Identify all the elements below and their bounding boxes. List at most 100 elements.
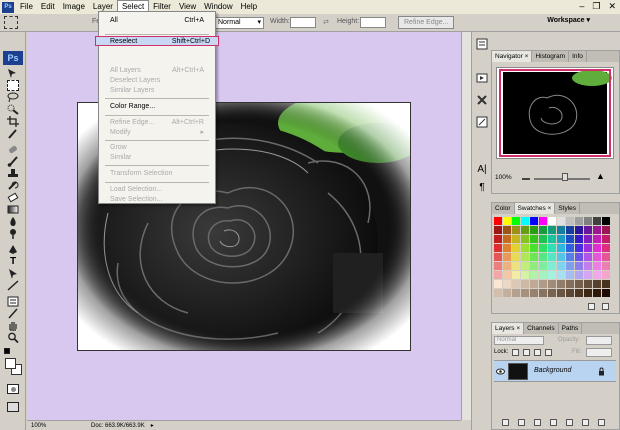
swatch-cell[interactable] [593,289,601,297]
tab-layers[interactable]: Layers × [492,323,525,334]
swatch-cell[interactable] [503,280,511,288]
menu-item-refine-edge[interactable]: Refine Edge... Alt+Ctrl+R [100,118,214,128]
swatch-cell[interactable] [503,235,511,243]
tab-navigator[interactable]: Navigator × [492,51,533,62]
zoom-level[interactable]: 100% [27,423,61,429]
layer-row-background[interactable]: Background [494,360,616,382]
swatch-cell[interactable] [512,262,520,270]
menu-item-similar-layers[interactable]: Similar Layers [100,86,214,96]
swatch-cell[interactable] [521,271,529,279]
workspace-button[interactable]: Workspace ▾ [547,16,590,24]
swatch-cell[interactable] [512,235,520,243]
swatch-cell[interactable] [584,226,592,234]
delete-swatch-icon[interactable] [602,303,609,310]
swatch-cell[interactable] [503,244,511,252]
eyedropper-icon[interactable] [7,128,19,139]
swatch-cell[interactable] [530,280,538,288]
history-panel-icon[interactable] [476,38,488,50]
swatch-cell[interactable] [539,217,547,225]
swatch-cell[interactable] [503,253,511,261]
swatch-cell[interactable] [494,289,502,297]
clone-stamp-icon[interactable] [7,168,19,179]
swatch-cell[interactable] [539,289,547,297]
swatch-cell[interactable] [602,271,610,279]
marquee-tool-icon[interactable] [7,80,19,91]
menu-help[interactable]: Help [237,0,261,14]
menu-item-modify[interactable]: Modify ▸ [100,128,214,138]
zoom-tool-icon[interactable] [7,332,19,343]
tab-paths[interactable]: Paths [559,323,583,334]
swatch-cell[interactable] [566,235,574,243]
move-tool-icon[interactable] [7,68,19,79]
swatch-cell[interactable] [530,235,538,243]
lasso-tool-icon[interactable] [7,92,19,103]
swatch-cell[interactable] [557,235,565,243]
swatch-cell[interactable] [512,244,520,252]
swatch-cell[interactable] [575,289,583,297]
swatch-cell[interactable] [503,271,511,279]
swatch-cell[interactable] [593,226,601,234]
swatch-cell[interactable] [593,253,601,261]
swatch-cell[interactable] [539,280,547,288]
swatch-cell[interactable] [593,280,601,288]
swatch-cell[interactable] [593,262,601,270]
dodge-tool-icon[interactable] [7,228,19,239]
tools-panel-icon[interactable] [476,94,488,106]
navigator-zoom-value[interactable]: 100% [495,174,512,181]
swatch-cell[interactable] [530,226,538,234]
layer-mask-icon[interactable] [534,419,541,426]
swatch-cell[interactable] [521,280,529,288]
swatch-cell[interactable] [530,217,538,225]
swatch-cell[interactable] [512,253,520,261]
new-layer-icon[interactable] [582,419,589,426]
menu-item-grow[interactable]: Grow [100,143,214,153]
swatch-cell[interactable] [602,262,610,270]
menu-item-reselect[interactable]: Reselect Shift+Ctrl+D [95,36,219,46]
menu-file[interactable]: File [16,0,37,14]
menu-item-transform-selection[interactable]: Transform Selection [100,169,214,179]
swatch-cell[interactable] [602,244,610,252]
swatch-cell[interactable] [584,217,592,225]
tab-swatches[interactable]: Swatches × [514,203,556,214]
swatch-cell[interactable] [521,244,529,252]
eyedropper-sample-icon[interactable] [7,308,19,319]
lock-transparency-icon[interactable] [512,349,519,356]
swatch-cell[interactable] [575,280,583,288]
swatch-cell[interactable] [575,226,583,234]
swatch-cell[interactable] [602,217,610,225]
swatch-cell[interactable] [548,262,556,270]
new-swatch-icon[interactable] [588,303,595,310]
swatch-cell[interactable] [593,217,601,225]
screen-mode-icon[interactable] [7,402,19,412]
swatch-cell[interactable] [530,289,538,297]
brush-tool-icon[interactable] [7,156,19,167]
swatch-cell[interactable] [602,226,610,234]
height-field[interactable] [360,17,386,28]
swatch-cell[interactable] [566,262,574,270]
swatch-cell[interactable] [584,271,592,279]
swatch-cell[interactable] [593,244,601,252]
swatch-cell[interactable] [521,235,529,243]
swatch-cell[interactable] [512,226,520,234]
swatch-cell[interactable] [521,217,529,225]
tab-styles[interactable]: Styles [555,203,581,214]
navigator-preview[interactable] [496,67,614,159]
swatch-cell[interactable] [557,217,565,225]
style-select[interactable]: Normal ▾ [214,17,264,29]
swatch-cell[interactable] [575,262,583,270]
swatch-cell[interactable] [494,271,502,279]
tab-histogram[interactable]: Histogram [532,51,570,62]
menu-image[interactable]: Image [59,0,89,14]
zoom-slider-thumb[interactable] [562,173,568,181]
quick-mask-icon[interactable] [7,384,19,394]
swatch-cell[interactable] [584,262,592,270]
swatch-cell[interactable] [557,244,565,252]
swatch-cell[interactable] [503,226,511,234]
lock-position-icon[interactable] [534,349,541,356]
swatch-cell[interactable] [548,271,556,279]
new-group-icon[interactable] [566,419,573,426]
swatch-cell[interactable] [602,253,610,261]
swatch-cell[interactable] [584,235,592,243]
swatch-cell[interactable] [548,226,556,234]
status-menu-icon[interactable]: ▸ [151,422,154,429]
